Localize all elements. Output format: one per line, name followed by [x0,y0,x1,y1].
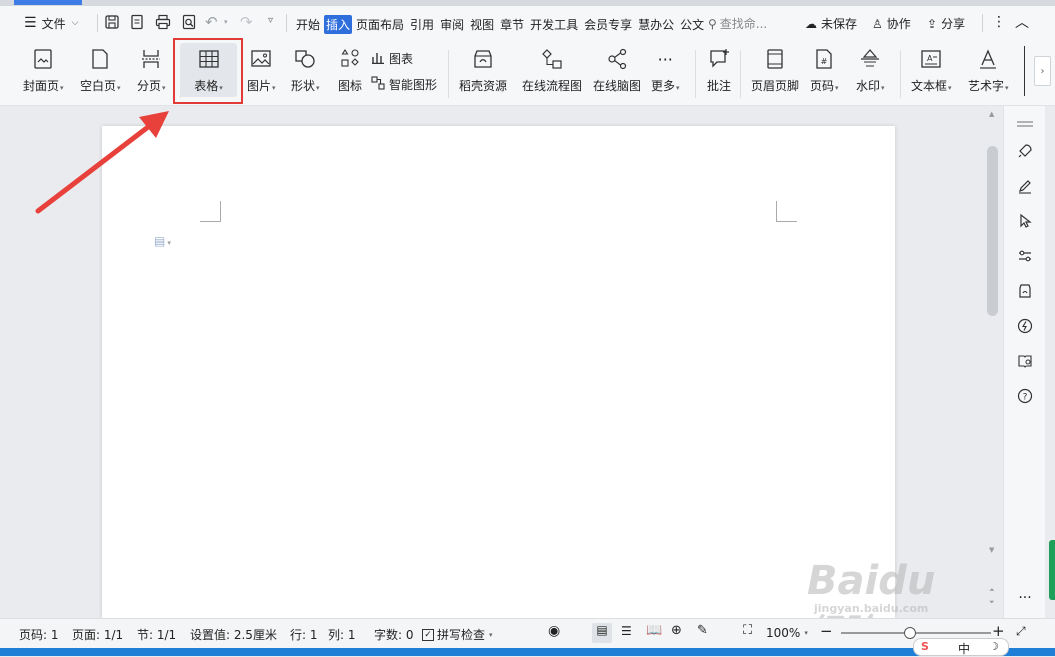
annotation-arrow [35,111,169,214]
